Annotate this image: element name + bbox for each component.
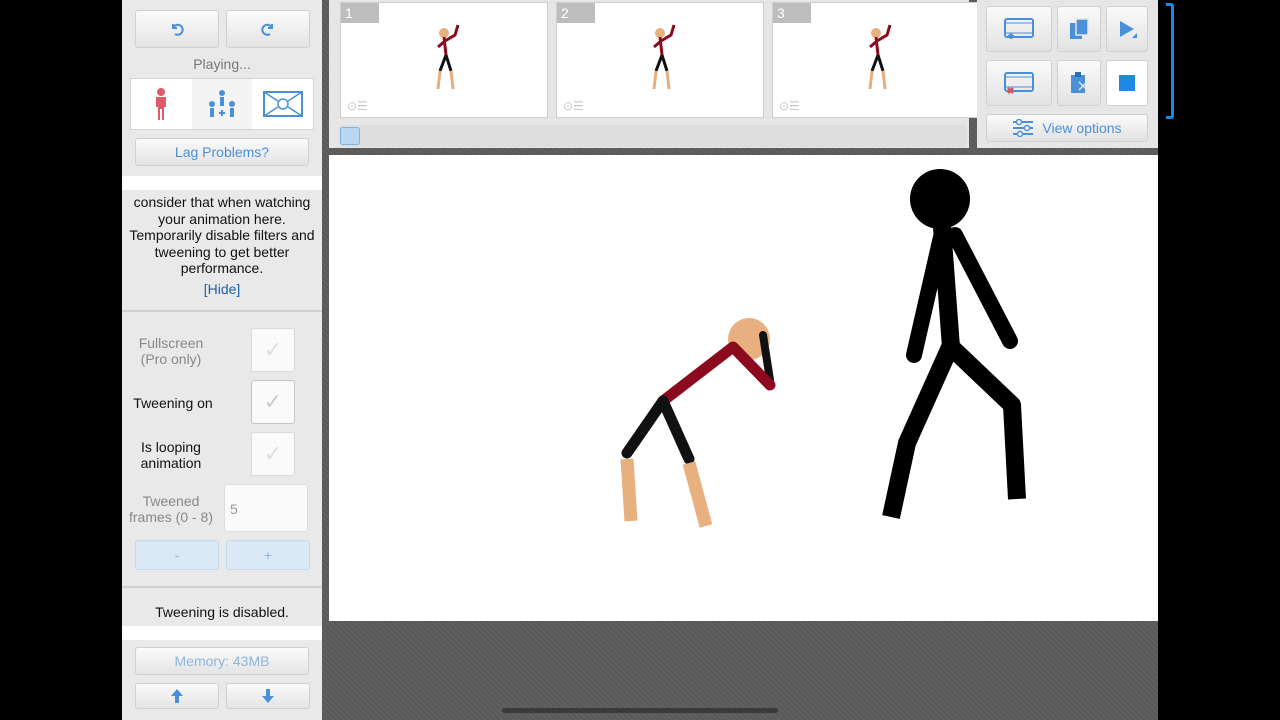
tweening-checkbox[interactable]: ✓ [251, 380, 295, 424]
frame-options-icon[interactable]: ⊙☰ [563, 99, 584, 113]
memory-top-gap [122, 626, 322, 640]
black-stick-figure[interactable] [882, 169, 1026, 519]
frame-scrollbar[interactable] [339, 125, 967, 147]
looping-label: Is looping animation [140, 439, 202, 471]
lag-hint-text: consider that when watching your animati… [129, 194, 315, 276]
fullscreen-label: Fullscreen (Pro only) [138, 335, 204, 367]
animation-canvas[interactable] [329, 155, 1158, 621]
sliders-icon [1013, 119, 1034, 137]
tweening-label: Tweening on [133, 395, 213, 411]
arrow-up-icon [171, 689, 183, 703]
fullscreen-checkbox[interactable]: ✓ [251, 328, 295, 372]
tweened-frames-input[interactable]: 5 [224, 484, 308, 532]
looping-checkbox[interactable]: ✓ [251, 432, 295, 476]
delete-frame-button[interactable] [986, 60, 1052, 106]
move-up-button[interactable] [135, 683, 219, 709]
redo-button[interactable] [226, 10, 310, 48]
multi-figure-mode[interactable] [191, 79, 253, 129]
frame-options-icon[interactable]: ⊙☰ [779, 99, 800, 113]
app-window: Playing... Lag Problems? consider that w… [122, 0, 1174, 720]
divider [122, 310, 322, 312]
add-frame-icon [1004, 18, 1034, 39]
move-down-button[interactable] [226, 683, 310, 709]
frame-selection-marker [1166, 3, 1174, 119]
hide-hint-link[interactable]: [Hide] [122, 281, 322, 297]
stop-icon [1119, 75, 1135, 91]
frame-preview [868, 24, 892, 90]
redo-icon [261, 23, 273, 36]
increase-button[interactable]: + [226, 540, 310, 570]
undo-button[interactable] [135, 10, 219, 48]
lag-problems-button[interactable]: Lag Problems? [135, 138, 309, 166]
check-icon: ✓ [263, 389, 283, 414]
play-button[interactable] [1106, 6, 1148, 52]
hint-top-gap [122, 176, 322, 190]
background-icon [262, 91, 303, 117]
tweened-frames-label: Tweened frames (0 - 8) [128, 493, 213, 525]
paste-icon [1071, 72, 1088, 93]
paste-frame-button[interactable] [1057, 60, 1101, 106]
copy-icon [1070, 18, 1089, 39]
frame-number: 1 [341, 3, 379, 23]
scrollbar-thumb[interactable] [340, 127, 360, 145]
frame-thumbnail[interactable]: 2 ⊙☰ [556, 2, 764, 118]
frame-preview [652, 24, 676, 90]
play-icon [1120, 21, 1137, 38]
figures-group-icon [209, 90, 235, 117]
arrow-down-icon [262, 689, 274, 703]
undo-icon [172, 23, 184, 36]
tween-status-text: Tweening is disabled. [155, 604, 289, 620]
add-frame-button[interactable] [986, 6, 1052, 52]
check-icon: ✓ [263, 337, 283, 362]
left-panel: Playing... Lag Problems? consider that w… [122, 0, 322, 720]
frame-strip: 1 ⊙☰ 2 ⊙☰ 3 ⊙☰ [329, 0, 1174, 148]
check-icon: ✓ [263, 441, 283, 466]
view-options-label: View options [1042, 120, 1122, 136]
frame-thumbnail[interactable]: 1 ⊙☰ [340, 2, 548, 118]
playing-status: Playing... [193, 56, 251, 72]
mode-switcher [130, 78, 314, 130]
background-mode[interactable] [252, 79, 313, 129]
single-figure-mode[interactable] [131, 79, 192, 129]
memory-button[interactable]: Memory: 43MB [135, 647, 309, 675]
divider [122, 586, 322, 588]
frame-number: 3 [773, 3, 811, 23]
view-options-button[interactable]: View options [986, 114, 1148, 142]
frame-options-icon[interactable]: ⊙☰ [347, 99, 368, 113]
frame-number: 2 [557, 3, 595, 23]
frame-thumbnail[interactable]: 3 ⊙☰ [772, 2, 980, 118]
tools-panel: View options [977, 0, 1158, 148]
figure-icon [156, 88, 167, 120]
frame-preview [436, 24, 460, 90]
red-stick-figure[interactable] [620, 318, 776, 528]
copy-frame-button[interactable] [1057, 6, 1101, 52]
decrease-button[interactable]: - [135, 540, 219, 570]
stage-scene [620, 169, 1026, 528]
stop-button[interactable] [1106, 60, 1148, 106]
delete-frame-icon [1004, 72, 1034, 94]
home-indicator [502, 708, 778, 713]
